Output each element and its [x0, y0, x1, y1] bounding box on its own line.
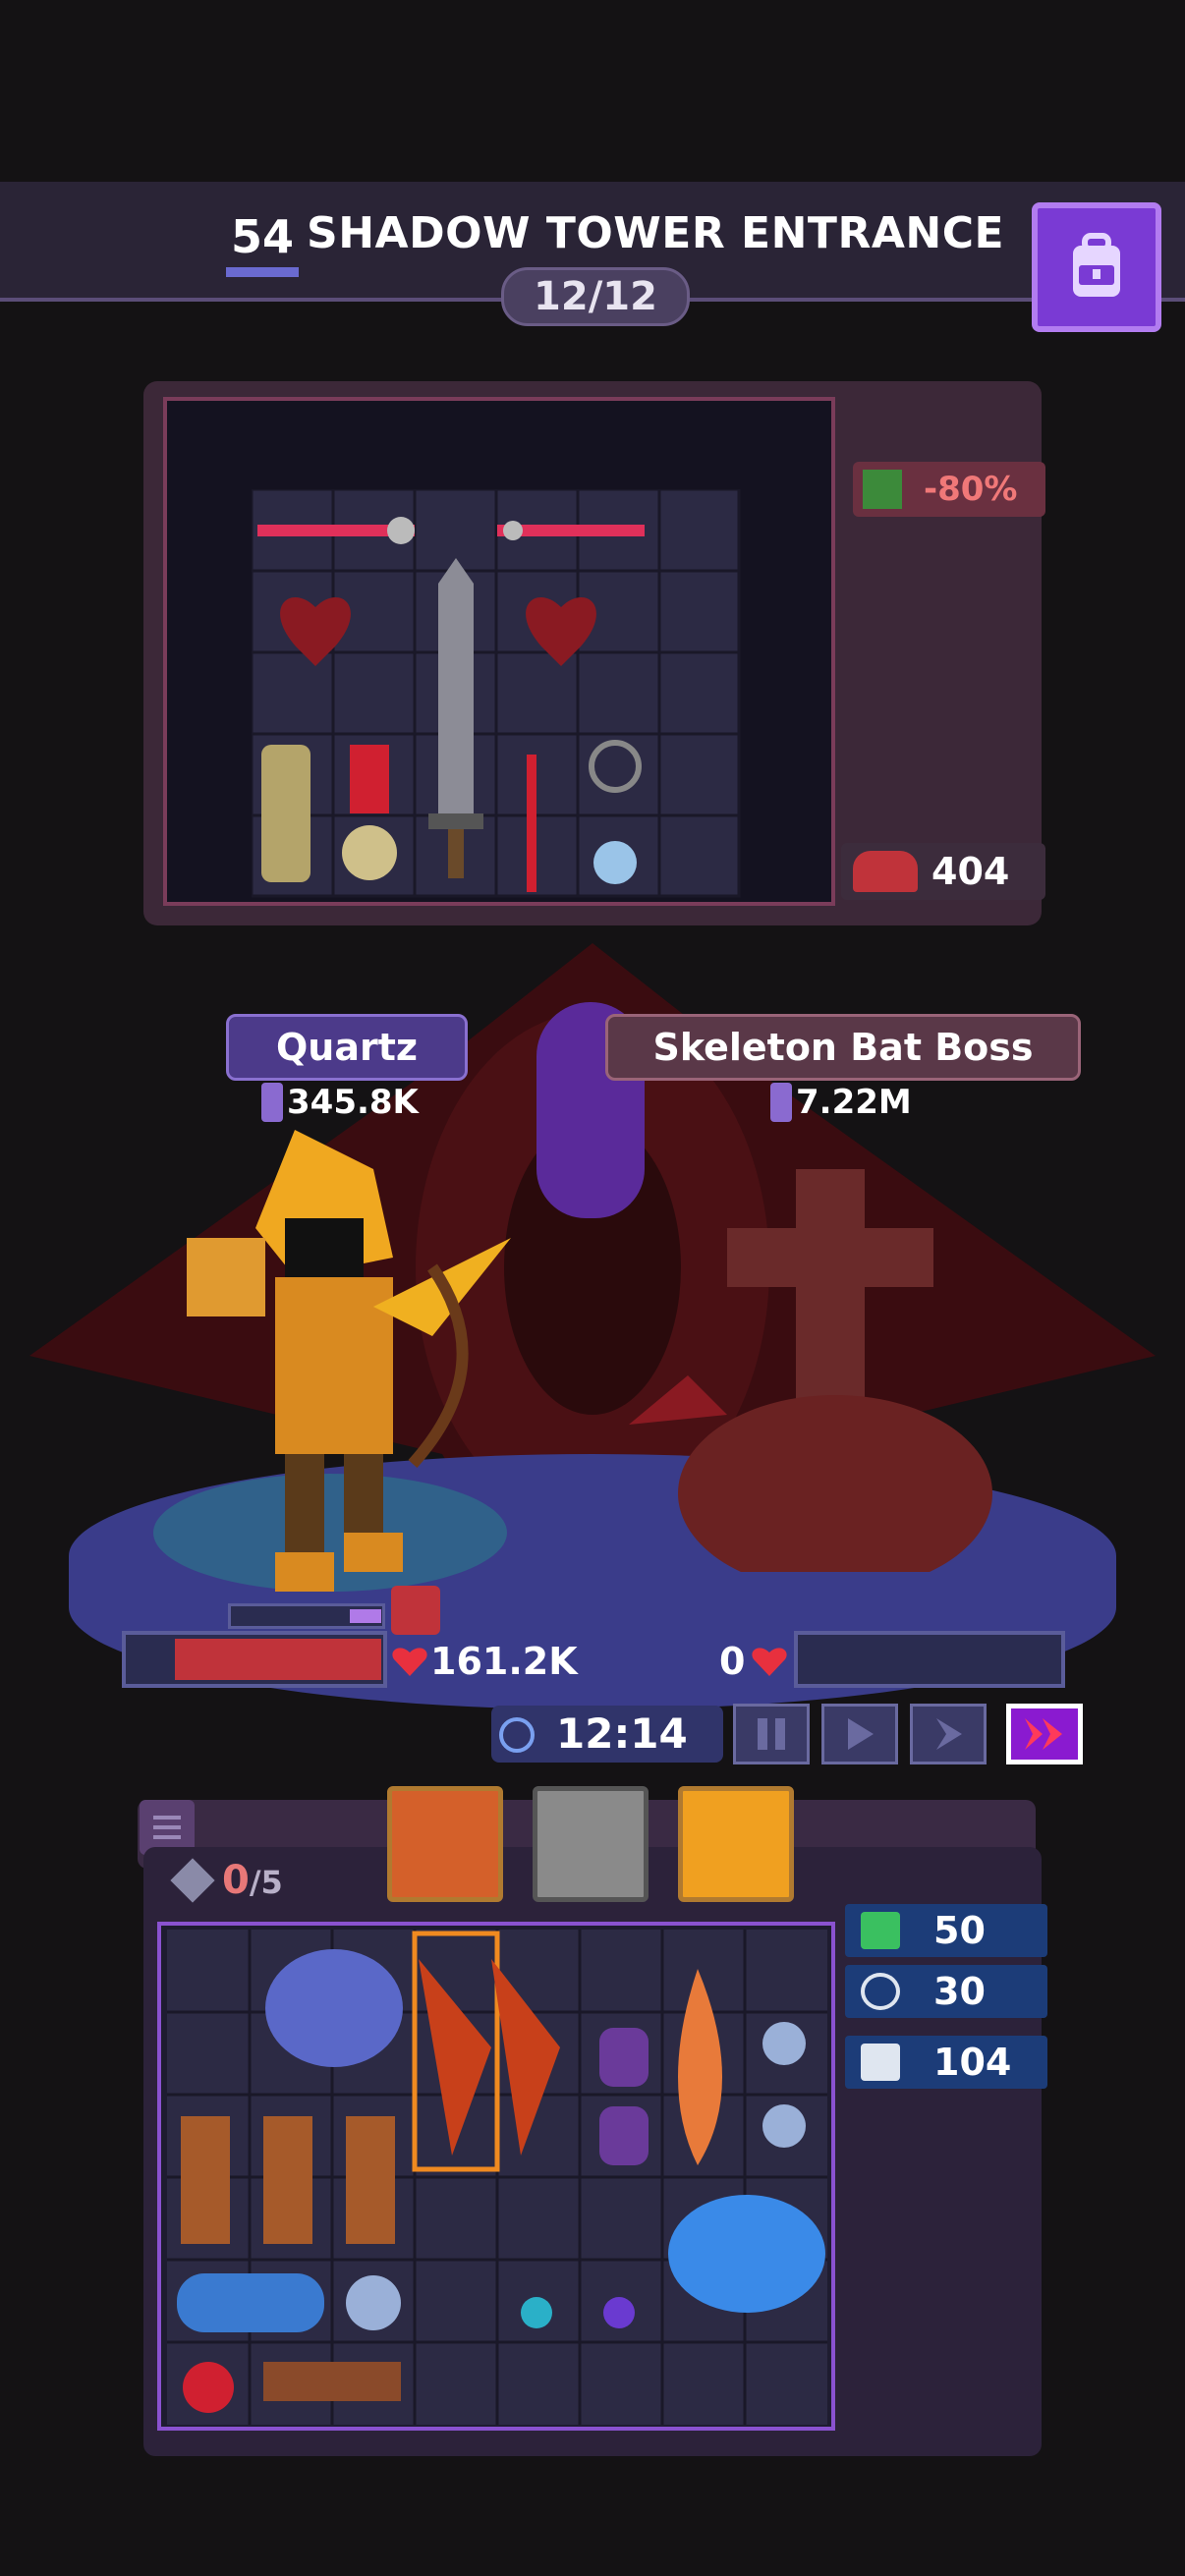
chevron-right-icon [936, 1718, 962, 1750]
flame-heart-icon [853, 851, 918, 892]
tab-dragon-pet[interactable] [387, 1786, 503, 1902]
play-button[interactable] [821, 1704, 898, 1764]
backpack-icon [1073, 233, 1120, 297]
player-character [177, 1110, 531, 1601]
speed-fast-button[interactable] [1006, 1704, 1083, 1764]
timer-value: 12:14 [556, 1709, 688, 1758]
double-chevron-icon [1025, 1718, 1062, 1750]
stat-defense-value: 30 [933, 1970, 986, 2013]
speed-stat-icon [861, 2044, 900, 2081]
heart-icon [751, 1645, 788, 1678]
inventory-grid [167, 1930, 827, 2425]
enemy-grid [252, 489, 743, 898]
enemy-items [252, 489, 741, 898]
enemy-hp-bar [794, 1631, 1065, 1688]
enemy-hp-value: 0 [719, 1640, 746, 1683]
boss-tombstone [609, 1159, 1081, 1572]
pause-button[interactable] [733, 1704, 810, 1764]
status-effect-icon [391, 1586, 440, 1635]
backpack-button[interactable] [1032, 202, 1161, 332]
tab-bat-pet[interactable] [678, 1786, 794, 1902]
modifier-value: -80% [924, 470, 1018, 509]
play-icon [848, 1718, 874, 1750]
wave-counter: 12/12 [501, 267, 690, 326]
tab-ghost-pet[interactable] [533, 1786, 649, 1902]
modifier-icon [863, 470, 902, 509]
pause-icon [758, 1718, 785, 1750]
inventory-items [167, 1930, 827, 2425]
speed-2x-button[interactable] [910, 1704, 987, 1764]
enemy-board-hp-value: 404 [931, 850, 1010, 893]
gem-counter: 0/5 [222, 1853, 283, 1910]
player-energy-fill [350, 1609, 381, 1623]
defense-stat-icon [861, 1973, 900, 2010]
player-hp-fill [175, 1639, 381, 1680]
power-icon [770, 1083, 792, 1122]
level-badge: 54 [226, 206, 299, 277]
player-name-plate: Quartz [226, 1014, 468, 1081]
player-hp-value: 161.2K [430, 1640, 578, 1683]
heart-icon [391, 1645, 428, 1678]
stat-speed-value: 104 [933, 2041, 1012, 2084]
boss-power: 7.22M [796, 1083, 912, 1122]
stat-attack-value: 50 [933, 1909, 986, 1952]
clock-icon [499, 1717, 535, 1753]
gem-count: 0 [222, 1858, 250, 1903]
gem-max: /5 [249, 1864, 283, 1901]
stage-title: SHADOW TOWER ENTRANCE [307, 208, 1005, 258]
boss-name-plate: Skeleton Bat Boss [605, 1014, 1081, 1081]
attack-stat-icon [861, 1912, 900, 1949]
